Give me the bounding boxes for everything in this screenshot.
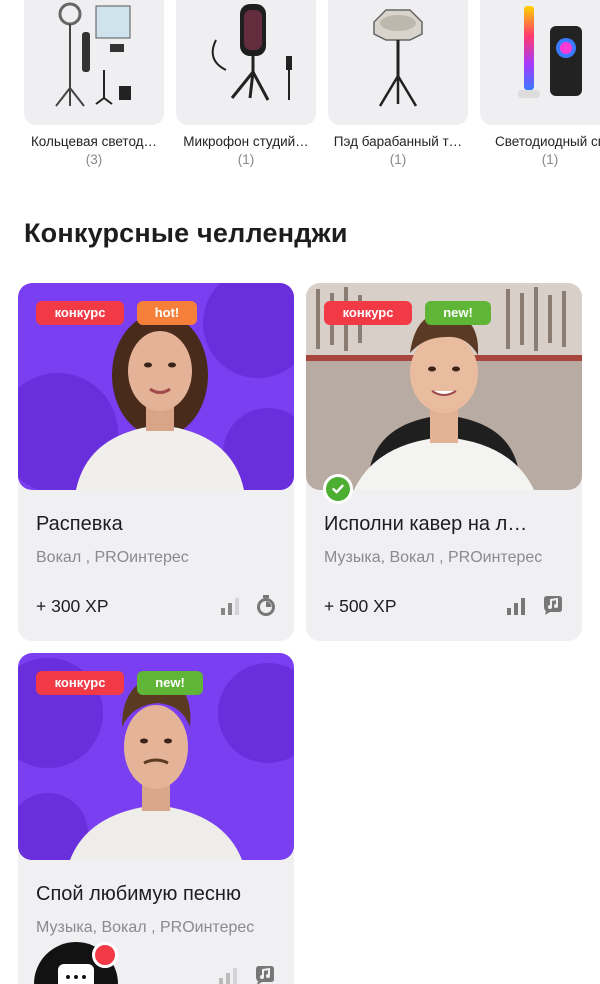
challenge-tags: Музыка, Вокал , PROинтерес xyxy=(36,919,255,936)
speech-note-icon xyxy=(544,596,562,615)
challenge-title: Спой любимую песню xyxy=(36,883,241,905)
challenge-card[interactable]: конкурс new! Исполни кавер на л… Музыка,… xyxy=(306,283,582,641)
product-name: Кольцевая светод… xyxy=(30,134,158,149)
chat-icon xyxy=(58,964,94,984)
product-count: (1) xyxy=(389,152,407,167)
products-carousel: Кольцевая светод… (3) Микрофон студий… (… xyxy=(0,0,600,180)
difficulty-bars-icon xyxy=(219,968,237,984)
new-badge: new! xyxy=(137,671,203,695)
challenge-card[interactable]: конкурс new! Спой любимую песню Музыка, … xyxy=(18,653,294,984)
notification-dot xyxy=(92,942,118,968)
led-lamp-image xyxy=(480,0,600,125)
contest-badge: конкурс xyxy=(36,301,124,325)
challenge-tags: Вокал , PROинтерес xyxy=(36,549,189,566)
challenge-title: Исполни кавер на л… xyxy=(324,513,528,535)
product-card[interactable]: Микрофон студий… (1) xyxy=(176,0,316,167)
product-name: Светодиодный св xyxy=(495,134,600,149)
section-title: Конкурсные челленджи xyxy=(24,218,348,248)
difficulty-bars-icon xyxy=(507,598,525,615)
challenge-tags: Музыка, Вокал , PROинтерес xyxy=(324,549,543,566)
contest-badge: конкурс xyxy=(36,671,124,695)
product-count: (1) xyxy=(237,152,255,167)
drum-pad-image xyxy=(328,0,468,125)
challenge-xp: + 500 XP xyxy=(324,596,397,616)
hot-badge: hot! xyxy=(137,301,197,325)
stopwatch-icon xyxy=(257,595,275,616)
product-card[interactable]: Светодиодный св (1) xyxy=(480,0,600,167)
completed-check-icon xyxy=(323,474,353,504)
product-count: (3) xyxy=(85,152,103,167)
challenge-title: Распевка xyxy=(36,513,123,535)
product-name: Микрофон студий… xyxy=(183,134,309,149)
difficulty-bars-icon xyxy=(221,598,239,615)
product-card[interactable]: Пэд барабанный т… (1) xyxy=(328,0,468,167)
contest-badge: конкурс xyxy=(324,301,412,325)
challenge-xp: + 300 XP xyxy=(36,596,109,616)
speech-note-icon xyxy=(256,966,274,984)
product-count: (1) xyxy=(541,152,559,167)
studio-microphone-image xyxy=(176,0,316,125)
product-name: Пэд барабанный т… xyxy=(333,134,463,149)
ring-light-kit-image xyxy=(24,0,164,125)
product-card[interactable]: Кольцевая светод… (3) xyxy=(24,0,164,167)
new-badge: new! xyxy=(425,301,491,325)
challenge-card[interactable]: конкурс hot! Распевка Вокал , PROинтерес… xyxy=(18,283,294,641)
